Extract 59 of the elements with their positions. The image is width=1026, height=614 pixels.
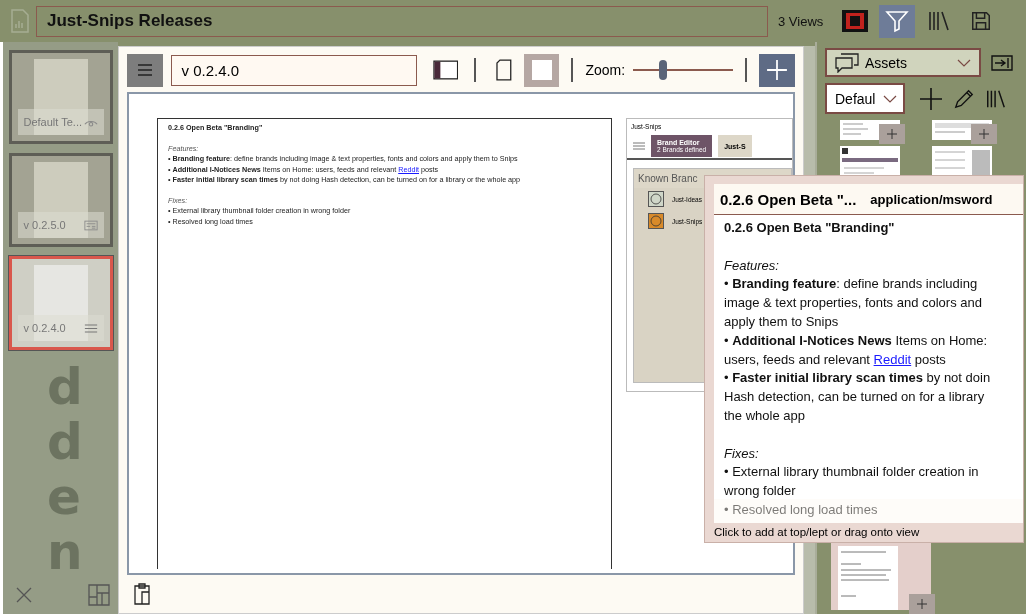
document-icon <box>10 9 30 33</box>
plus-icon <box>979 129 989 139</box>
zoom-label: Zoom: <box>585 62 626 78</box>
save-icon <box>970 10 993 32</box>
release-note: the whole app <box>724 406 806 425</box>
menu-icon <box>633 142 645 150</box>
add-icon[interactable] <box>919 86 943 111</box>
chevron-icon <box>957 58 971 67</box>
close-icon[interactable] <box>15 586 33 604</box>
chat-icon <box>835 52 859 73</box>
release-note: Hash detection, can be turned on for a library <box>724 388 986 407</box>
reddit-link[interactable]: Reddit <box>873 351 912 367</box>
assets-dropdown[interactable]: Assets <box>825 48 981 77</box>
clipboard-icon[interactable] <box>133 583 151 605</box>
filter-dropdown[interactable]: Defaul <box>825 83 905 114</box>
dock-icon[interactable] <box>991 54 1013 71</box>
plus-icon <box>887 129 897 139</box>
menu-icon <box>83 322 98 334</box>
release-note: wrong folder <box>724 482 797 501</box>
release-note: image & text properties, fonts and colors and <box>724 294 983 313</box>
view-label: v 0.2.4.0 <box>23 322 66 334</box>
zoom-slider[interactable] <box>633 58 734 82</box>
library-icon <box>927 9 952 33</box>
section-label: Fixes: <box>724 444 760 463</box>
release-note: • Additional I-Notices News Items on Home: <box>724 331 989 350</box>
menu-button[interactable] <box>127 53 163 87</box>
view-label: v 0.2.5.0 <box>23 219 66 231</box>
slider-thumb[interactable] <box>659 60 668 80</box>
release-note: users, feeds and relevant Reddit posts <box>724 350 947 369</box>
page-icon[interactable] <box>496 59 512 81</box>
card-icon <box>83 219 98 231</box>
view-thumbnail[interactable]: v 0.2.4.0 <box>8 256 113 350</box>
plus-icon <box>917 599 927 609</box>
panel-icon[interactable] <box>432 60 459 80</box>
plus-icon <box>766 59 789 81</box>
title-field[interactable]: Just-Snips Releases <box>36 5 768 37</box>
chevron-icon <box>883 94 897 103</box>
filter-icon <box>885 9 910 33</box>
views-count: 3 Views <box>778 13 824 29</box>
release-note: • Branding feature: define brands including <box>724 275 979 294</box>
release-note: • Faster initial library scan times by not doin <box>724 369 992 388</box>
brand-icon <box>648 191 664 207</box>
brand-icon <box>648 213 664 229</box>
filter-button[interactable] <box>879 4 916 38</box>
version-field[interactable]: v 0.2.4.0 <box>170 54 417 86</box>
thumbnail-drawing <box>837 546 899 610</box>
add-button[interactable] <box>759 53 795 87</box>
popup-hint: Click to add at top/lept or drag onto view <box>714 525 921 538</box>
release-note: apply them to Snips <box>724 313 840 331</box>
file-type: application/msword <box>870 191 993 207</box>
release-title: 0.2.6 Open Beta "Branding" <box>724 219 896 237</box>
release-note: • Resolved long load times <box>724 500 879 519</box>
pencil-icon[interactable] <box>953 87 975 110</box>
section-label: Features: <box>724 256 780 275</box>
view-label: Default Te... <box>23 116 82 128</box>
popup-title: 0.2.6 Open Beta "... <box>720 190 857 208</box>
menu-icon <box>136 64 153 76</box>
frame-icon <box>841 9 870 33</box>
release-note: • External library thumbnail folder creation in <box>724 463 980 482</box>
